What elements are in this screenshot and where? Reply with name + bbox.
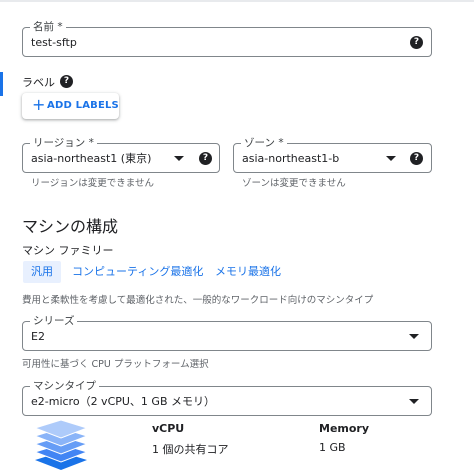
memory-header: Memory — [319, 422, 370, 435]
machine-type-select-label: マシンタイプ — [30, 379, 99, 393]
machine-family-label: マシン ファミリー — [22, 244, 114, 257]
help-icon[interactable]: ? — [410, 36, 423, 49]
region-select-label: リージョン * — [30, 136, 97, 150]
dropdown-arrow-icon — [174, 156, 184, 161]
dropdown-arrow-icon — [409, 334, 419, 339]
help-icon[interactable]: ? — [60, 75, 73, 88]
dropdown-arrow-icon — [386, 156, 396, 161]
add-labels-button[interactable]: + ADD LABELS — [22, 93, 119, 119]
top-divider — [0, 0, 474, 2]
machine-family-description: 費用と柔軟性を考慮して最適化された、一般的なワークロード向けのマシンタイプ — [22, 295, 374, 306]
series-hint: 可用性に基づく CPU プラットフォーム選択 — [22, 359, 209, 370]
machine-config-title: マシンの構成 — [22, 217, 119, 236]
name-field[interactable]: 名前 * test-sftp ? — [22, 20, 432, 57]
machine-layers-icon — [33, 420, 89, 470]
region-select-value: asia-northeast1 (東京) — [31, 152, 152, 165]
region-select[interactable]: リージョン * asia-northeast1 (東京) ? — [22, 136, 220, 173]
plus-icon: + — [32, 95, 46, 114]
series-select-value: E2 — [31, 330, 45, 343]
memory-value: 1 GB — [319, 441, 346, 454]
zone-hint: ゾーンは変更できません — [242, 178, 346, 189]
help-icon[interactable]: ? — [199, 152, 212, 165]
series-select-label: シリーズ — [30, 314, 78, 328]
dropdown-arrow-icon — [409, 399, 419, 404]
series-select[interactable]: シリーズ E2 — [22, 314, 432, 351]
vcpu-header: vCPU — [152, 422, 185, 435]
add-labels-button-label: ADD LABELS — [47, 100, 119, 111]
labels-title: ラベル — [22, 76, 55, 89]
tab-general-purpose[interactable]: 汎用 — [23, 261, 61, 283]
vcpu-value: 1 個の共有コア — [152, 443, 229, 456]
section-indicator — [0, 72, 3, 96]
name-field-label: 名前 * — [30, 20, 66, 34]
tab-memory-optimized[interactable]: メモリ最適化 — [215, 261, 281, 283]
zone-select-label: ゾーン * — [241, 136, 287, 150]
machine-type-select-value: e2-micro（2 vCPU、1 GB メモリ） — [31, 395, 215, 408]
tab-compute-optimized[interactable]: コンピューティング最適化 — [72, 261, 203, 283]
name-field-value: test-sftp — [31, 36, 77, 49]
zone-select-value: asia-northeast1-b — [242, 152, 340, 165]
zone-select[interactable]: ゾーン * asia-northeast1-b ? — [233, 136, 432, 173]
region-hint: リージョンは変更できません — [31, 178, 155, 189]
help-icon[interactable]: ? — [410, 152, 423, 165]
machine-type-select[interactable]: マシンタイプ e2-micro（2 vCPU、1 GB メモリ） — [22, 379, 432, 416]
